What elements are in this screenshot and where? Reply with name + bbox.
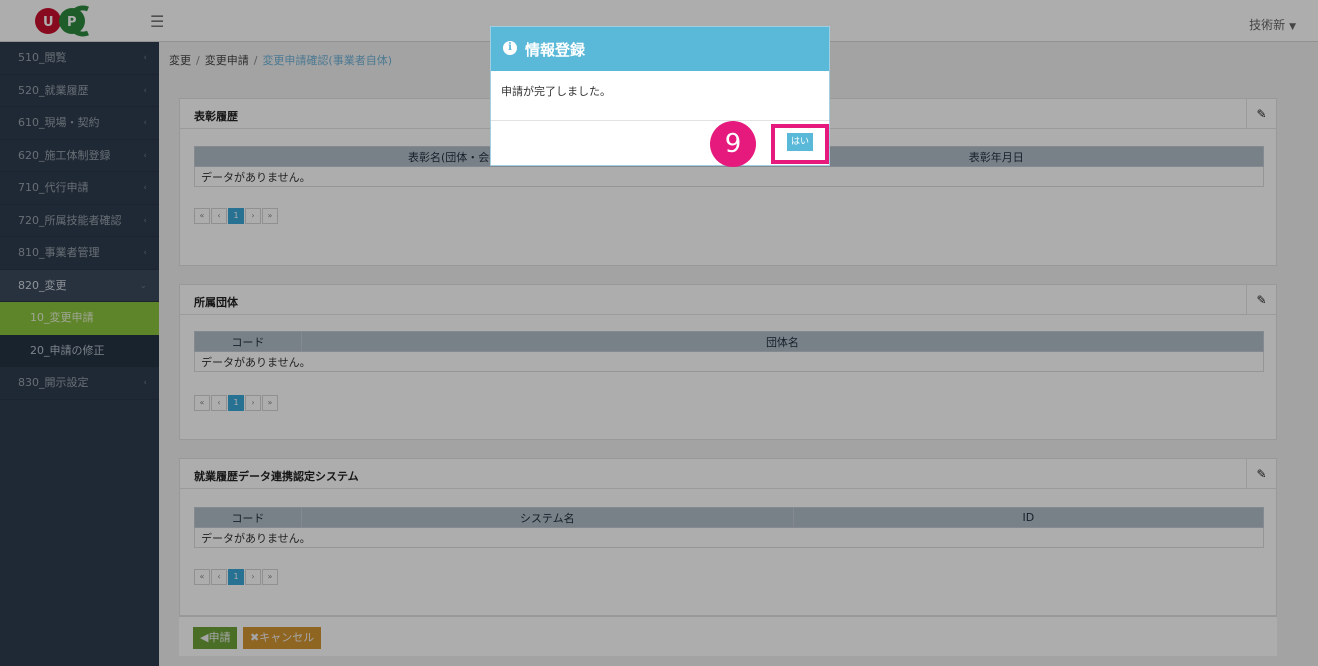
dialog-header: i 情報登録 [491,27,829,71]
step-number-badge: 9 [710,121,756,167]
highlight-box [771,124,829,164]
dialog-title: 情報登録 [525,41,586,59]
info-icon: i [503,41,517,55]
dialog-message: 申請が完了しました。 [491,71,829,121]
